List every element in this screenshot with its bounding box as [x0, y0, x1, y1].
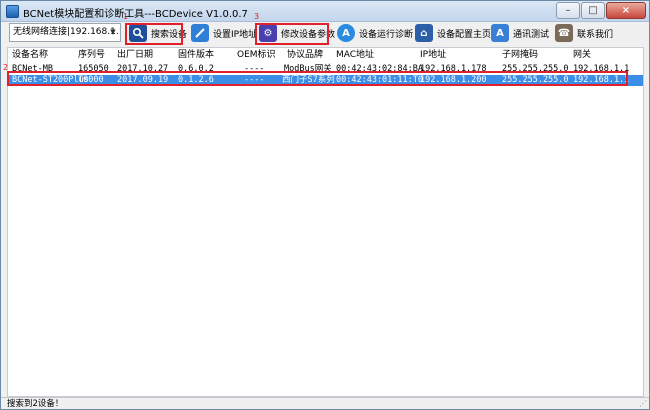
pencil-icon: [191, 24, 209, 42]
chevron-down-icon[interactable]: ▼: [106, 24, 120, 41]
app-icon: [6, 5, 19, 18]
annotation-marker-3: 3: [254, 12, 260, 21]
col-serial[interactable]: 序列号: [78, 48, 105, 62]
comm-test-label: 通讯测试: [513, 29, 550, 40]
highlight-selected-row: [7, 71, 628, 86]
col-subnet[interactable]: 子网掩码: [502, 48, 538, 62]
window-controls: – □ ×: [555, 2, 646, 19]
annotation-marker-1: 1: [123, 12, 129, 21]
device-list[interactable]: 设备名称 序列号 出厂日期 固件版本 OEM标识 协议品牌 MAC地址 IP地址…: [7, 47, 644, 397]
window-title: BCNet模块配置和诊断工具---BCDevice V1.0.0.7: [23, 9, 248, 20]
comm-test-button[interactable]: A 通讯测试: [491, 23, 549, 43]
run-diagnostics-label: 设备运行诊断: [359, 29, 414, 40]
contact-icon: ☎: [555, 24, 573, 42]
main-window: BCNet模块配置和诊断工具---BCDevice V1.0.0.7 – □ ×…: [0, 0, 650, 410]
annotation-marker-2: 2: [3, 63, 9, 72]
highlight-search-devices: [125, 23, 183, 45]
col-firmware[interactable]: 固件版本: [178, 48, 214, 62]
resize-grip-icon[interactable]: ⋰: [639, 399, 647, 408]
run-diagnostics-button[interactable]: A 设备运行诊断: [337, 23, 413, 43]
contact-us-label: 联系我们: [577, 29, 614, 40]
connection-select[interactable]: 无线网络连接|192.168.1.115 ▼: [9, 23, 121, 42]
col-gateway[interactable]: 网关: [573, 48, 591, 62]
col-ip[interactable]: IP地址: [420, 48, 446, 62]
status-bar: 搜索到2设备！ ⋰: [1, 397, 649, 409]
col-factory-date[interactable]: 出厂日期: [117, 48, 153, 62]
maximize-button[interactable]: □: [581, 2, 605, 19]
comm-test-icon: A: [491, 24, 509, 42]
contact-us-button[interactable]: ☎ 联系我们: [555, 23, 613, 43]
home-page-icon: ⌂: [415, 24, 433, 42]
highlight-modify-params: [255, 23, 329, 45]
set-ip-label: 设置IP地址: [213, 29, 258, 40]
col-protocol[interactable]: 协议品牌: [287, 48, 323, 62]
config-home-label: 设备配置主页: [437, 29, 492, 40]
connection-value: 无线网络连接|192.168.1.115: [13, 27, 120, 37]
list-header: 设备名称 序列号 出厂日期 固件版本 OEM标识 协议品牌 MAC地址 IP地址…: [8, 48, 643, 62]
col-mac[interactable]: MAC地址: [336, 48, 374, 62]
col-device-name[interactable]: 设备名称: [12, 48, 48, 62]
title-bar[interactable]: BCNet模块配置和诊断工具---BCDevice V1.0.0.7 – □ ×: [1, 1, 649, 22]
close-button[interactable]: ×: [606, 2, 646, 19]
status-text: 搜索到2设备！: [7, 399, 64, 409]
minimize-button[interactable]: –: [556, 2, 580, 19]
set-ip-button[interactable]: 设置IP地址: [191, 23, 257, 43]
col-oem[interactable]: OEM标识: [237, 48, 276, 62]
config-home-button[interactable]: ⌂ 设备配置主页: [415, 23, 491, 43]
appstore-icon: A: [337, 24, 355, 42]
